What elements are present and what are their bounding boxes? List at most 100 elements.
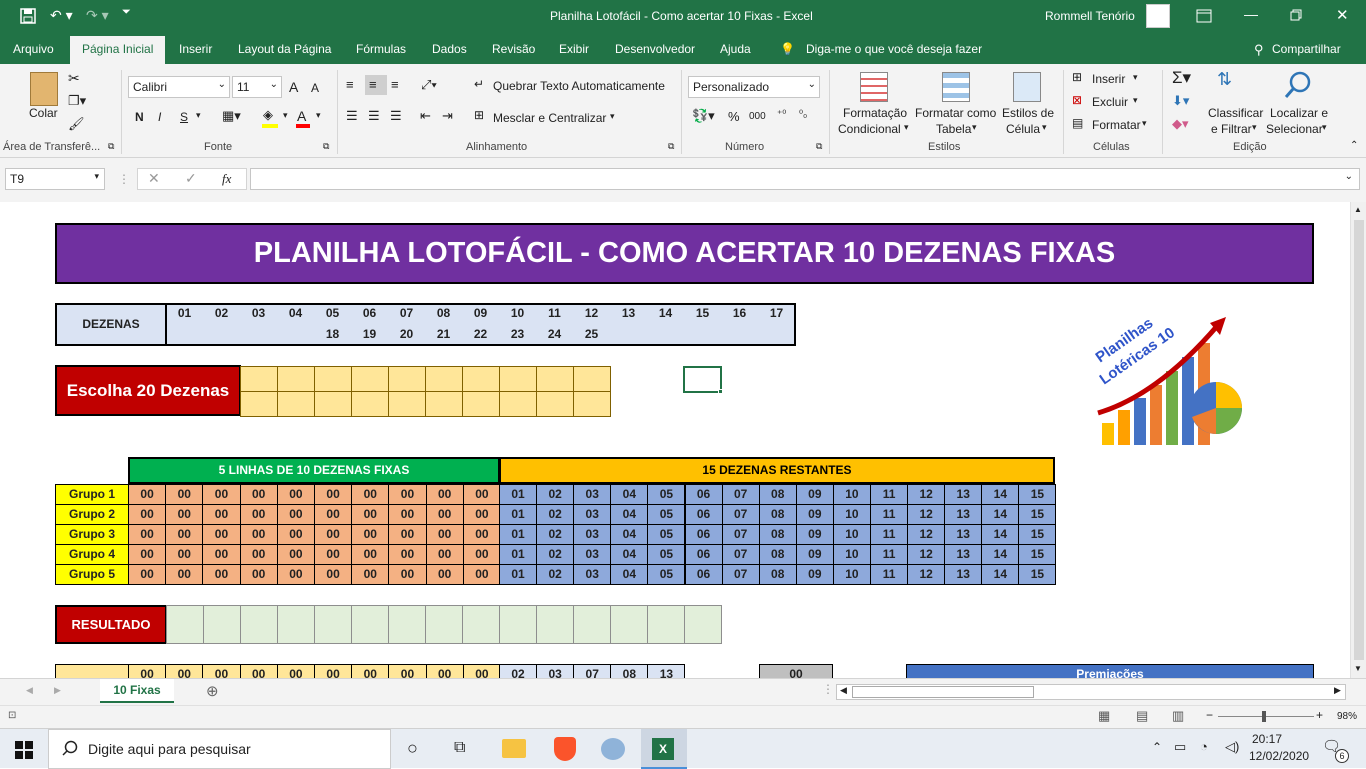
customize-qat-icon[interactable]: ⏷ [122,6,131,19]
restante-cell[interactable]: 14 [981,504,1020,525]
restante-cell[interactable]: 04 [610,484,649,505]
borders-icon[interactable]: ▦▾ [222,108,241,124]
tab-layout[interactable]: Layout da Página [238,42,331,56]
fixa-cell[interactable]: 00 [128,564,167,585]
fixa-cell[interactable]: 00 [165,564,204,585]
redo-icon[interactable]: ↷ ▾ [86,7,109,24]
restante-cell[interactable]: 02 [536,524,575,545]
cell-styles-line2[interactable]: Célula [1006,122,1040,136]
fixa-cell[interactable]: 00 [425,484,464,505]
restante-cell[interactable]: 11 [870,504,909,525]
resultado-cell[interactable] [240,605,278,644]
chevron-down-icon[interactable]: ▾ [196,110,201,121]
restante-cell[interactable]: 01 [499,504,538,525]
restante-cell[interactable]: 07 [721,524,760,545]
restante-cell[interactable]: 05 [647,564,686,585]
tab-exibir[interactable]: Exibir [559,42,589,56]
restante-cell[interactable]: 15 [1018,524,1057,545]
restante-cell[interactable]: 02 [536,564,575,585]
minimize-icon[interactable]: — [1244,6,1258,22]
restante-cell[interactable]: 06 [684,544,723,565]
restante-cell[interactable]: 05 [647,524,686,545]
escolha-cell[interactable] [499,391,537,417]
align-bottom-icon[interactable]: ≡ [391,77,399,92]
restante-cell[interactable]: 10 [832,504,871,525]
restante-cell[interactable]: 10 [832,484,871,505]
avatar[interactable] [1146,4,1170,28]
fixa-cell[interactable]: 00 [128,504,167,525]
delete-cells-icon[interactable]: ⊠ [1072,93,1082,107]
paste-icon[interactable] [30,72,58,106]
restante-cell[interactable]: 09 [795,524,834,545]
align-middle-icon[interactable]: ≡ [369,77,377,92]
restante-cell[interactable]: 09 [795,564,834,585]
fixa-cell[interactable]: 00 [314,504,353,525]
resultado-cell[interactable] [277,605,315,644]
find-select-line2[interactable]: Selecionar [1266,122,1323,136]
font-color-icon[interactable]: A [297,108,306,124]
increase-indent-icon[interactable]: ⇥ [442,108,453,124]
fixa-cell[interactable]: 00 [425,524,464,545]
restante-cell[interactable]: 08 [758,524,797,545]
restante-cell[interactable]: 04 [610,524,649,545]
restante-cell[interactable]: 10 [832,564,871,585]
fixa-cell[interactable]: 00 [314,544,353,565]
tab-pagina-inicial[interactable]: Página Inicial [70,36,166,64]
restante-cell[interactable]: 13 [944,544,983,565]
fixa-cell[interactable]: 00 [314,564,353,585]
chevron-down-icon[interactable]: ▾ [972,122,977,133]
tab-formulas[interactable]: Fórmulas [356,42,406,56]
format-cells-button[interactable]: Formatar [1092,118,1141,132]
restante-cell[interactable]: 04 [610,544,649,565]
cell-styles-line1[interactable]: Estilos de [1002,106,1054,120]
sort-filter-line1[interactable]: Classificar [1208,106,1263,120]
paste-button[interactable]: Colar [29,106,58,120]
zoom-slider[interactable] [1218,716,1314,717]
tab-revisao[interactable]: Revisão [492,42,535,56]
close-icon[interactable]: ✕ [1336,6,1349,24]
fixa-cell[interactable]: 00 [276,564,315,585]
zoom-slider-thumb[interactable] [1262,711,1266,722]
fixa-cell[interactable]: 00 [165,484,204,505]
restante-cell[interactable]: 09 [795,484,834,505]
tell-me-input[interactable]: Diga-me o que você deseja fazer [806,42,982,56]
partial-fixa-cell[interactable]: 00 [314,664,353,678]
escolha-cell[interactable] [499,366,537,392]
restante-cell[interactable]: 11 [870,544,909,565]
align-left-icon[interactable]: ☰ [346,108,358,124]
restante-cell[interactable]: 02 [536,504,575,525]
fixa-cell[interactable]: 00 [165,544,204,565]
search-icon[interactable] [1284,70,1312,100]
partial-restante-cell[interactable]: 07 [573,664,612,678]
fixa-cell[interactable]: 00 [276,504,315,525]
name-box[interactable]: T9 ▾ [5,168,105,190]
fixa-cell[interactable]: 00 [462,524,501,545]
partial-fixa-cell[interactable]: 00 [239,664,278,678]
fixa-cell[interactable]: 00 [351,544,390,565]
fixa-cell[interactable]: 00 [462,504,501,525]
restante-cell[interactable]: 08 [758,544,797,565]
share-icon[interactable]: ⚲ [1254,42,1264,58]
resultado-cell[interactable] [462,605,500,644]
battery-icon[interactable]: ▭ [1174,739,1186,755]
scroll-thumb[interactable] [1354,220,1364,660]
fixa-cell[interactable]: 00 [314,484,353,505]
selected-cell[interactable] [683,366,722,393]
conditional-format-line1[interactable]: Formatação [843,106,907,120]
insert-cells-button[interactable]: Inserir [1092,72,1125,86]
restante-cell[interactable]: 11 [870,524,909,545]
tab-inserir[interactable]: Inserir [179,42,212,56]
clear-icon[interactable]: ◆▾ [1172,116,1189,132]
paint-icon[interactable] [601,738,625,760]
fill-handle[interactable] [718,389,723,394]
restante-cell[interactable]: 08 [758,504,797,525]
clipboard-launcher-icon[interactable]: ⧉ [108,141,114,152]
fixa-cell[interactable]: 00 [202,524,241,545]
restante-cell[interactable]: 06 [684,484,723,505]
restante-cell[interactable]: 06 [684,564,723,585]
fixa-cell[interactable]: 00 [239,524,278,545]
restante-cell[interactable]: 10 [832,524,871,545]
conditional-format-icon[interactable] [860,72,888,102]
insert-cells-icon[interactable]: ⊞ [1072,70,1082,84]
partial-restante-cell[interactable]: 08 [610,664,649,678]
